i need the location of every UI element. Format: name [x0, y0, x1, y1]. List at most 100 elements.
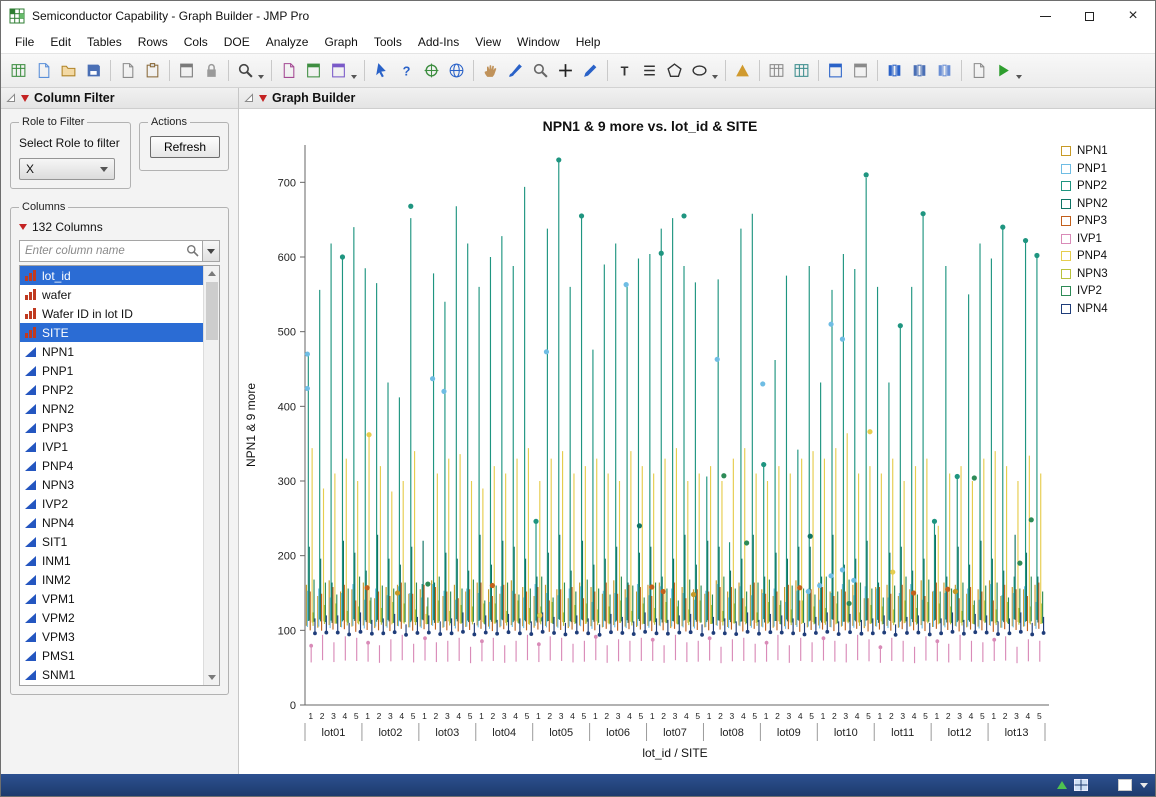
toolbar-brush-tool-button[interactable]: [503, 58, 528, 84]
menu-file[interactable]: File: [7, 32, 42, 52]
legend-item-pnp1[interactable]: PNP1: [1061, 163, 1143, 175]
column-item-pnp3[interactable]: PNP3: [20, 418, 203, 437]
red-triangle-menu-icon[interactable]: [259, 95, 267, 102]
red-triangle-menu-icon[interactable]: [21, 95, 29, 102]
window-layout-icon[interactable]: [1074, 779, 1088, 791]
column-item-site[interactable]: SITE: [20, 323, 203, 342]
toolbar-open-button[interactable]: [56, 58, 81, 84]
legend-item-npn3[interactable]: NPN3: [1061, 268, 1143, 280]
column-item-pnp4[interactable]: PNP4: [20, 456, 203, 475]
toolbar-help-tool-button[interactable]: ?: [394, 58, 419, 84]
column-item-npn1[interactable]: NPN1: [20, 342, 203, 361]
toolbar-script-window-button[interactable]: [174, 58, 199, 84]
legend-item-pnp4[interactable]: PNP4: [1061, 250, 1143, 262]
menu-tools[interactable]: Tools: [366, 32, 410, 52]
column-item-inm1[interactable]: INM1: [20, 551, 203, 570]
menu-rows[interactable]: Rows: [130, 32, 176, 52]
toolbar-crosshair-tool-button[interactable]: [419, 58, 444, 84]
toolbar-dropdown-caret-icon[interactable]: [712, 75, 718, 79]
column-item-ivp2[interactable]: IVP2: [20, 494, 203, 513]
toolbar-save-button[interactable]: [81, 58, 106, 84]
scrollbar-thumb[interactable]: [206, 282, 218, 340]
menu-analyze[interactable]: Analyze: [258, 32, 317, 52]
toolbar-scribble-tool-button[interactable]: [578, 58, 603, 84]
toolbar-annotate-oval-button[interactable]: [687, 58, 712, 84]
maximize-button[interactable]: [1067, 1, 1111, 31]
column-item-pnp2[interactable]: PNP2: [20, 380, 203, 399]
role-dropdown[interactable]: X: [19, 158, 115, 180]
column-search-input[interactable]: [19, 240, 203, 262]
toolbar-new-script-button[interactable]: [31, 58, 56, 84]
toolbar-journal-button[interactable]: [276, 58, 301, 84]
legend-item-npn2[interactable]: NPN2: [1061, 198, 1143, 210]
column-item-pms1[interactable]: PMS1: [20, 646, 203, 665]
toolbar-browser-tool-button[interactable]: [444, 58, 469, 84]
toolbar-data-grid-1-button[interactable]: [764, 58, 789, 84]
legend-item-ivp1[interactable]: IVP1: [1061, 233, 1143, 245]
scrollbar-track[interactable]: [204, 281, 219, 670]
column-item-npn3[interactable]: NPN3: [20, 475, 203, 494]
column-item-lot-id[interactable]: lot_id: [20, 266, 203, 285]
toolbar-column-properties-button[interactable]: [907, 58, 932, 84]
marker-swatch[interactable]: [1118, 779, 1132, 791]
toolbar-arrow-tool-button[interactable]: [369, 58, 394, 84]
toolbar-dropdown-caret-icon[interactable]: [351, 75, 357, 79]
toolbar-journal-page-button[interactable]: [966, 58, 991, 84]
columns-scrollbar[interactable]: [203, 266, 219, 685]
column-item-vpm2[interactable]: VPM2: [20, 608, 203, 627]
column-item-vpm1[interactable]: VPM1: [20, 589, 203, 608]
toolbar-annotate-lines-button[interactable]: [637, 58, 662, 84]
toolbar-data-grid-2-button[interactable]: [789, 58, 814, 84]
menu-cols[interactable]: Cols: [176, 32, 216, 52]
toolbar-lock-button[interactable]: [199, 58, 224, 84]
toolbar-run-script-button[interactable]: [991, 58, 1016, 84]
toolbar-layout-button[interactable]: [301, 58, 326, 84]
collapse-triangle-icon[interactable]: [6, 93, 16, 103]
toolbar-copy-button[interactable]: [115, 58, 140, 84]
column-item-vpm3[interactable]: VPM3: [20, 627, 203, 646]
legend-item-npn1[interactable]: NPN1: [1061, 145, 1143, 157]
toolbar-pyramid-button[interactable]: [730, 58, 755, 84]
statusbar-caret-icon[interactable]: [1140, 783, 1148, 788]
toolbar-column-switcher-button[interactable]: [932, 58, 957, 84]
menu-tables[interactable]: Tables: [79, 32, 130, 52]
toolbar-grabber-tool-button[interactable]: [478, 58, 503, 84]
toolbar-annotate-text-button[interactable]: T: [612, 58, 637, 84]
legend-item-pnp3[interactable]: PNP3: [1061, 215, 1143, 227]
menu-add-ins[interactable]: Add-Ins: [410, 32, 467, 52]
toolbar-search-button[interactable]: [233, 58, 258, 84]
search-options-button[interactable]: [203, 240, 220, 262]
menu-window[interactable]: Window: [509, 32, 568, 52]
column-item-wafer[interactable]: wafer: [20, 285, 203, 304]
column-item-ivp1[interactable]: IVP1: [20, 437, 203, 456]
collapse-triangle-icon[interactable]: [244, 93, 254, 103]
column-item-sit1[interactable]: SIT1: [20, 532, 203, 551]
columns-red-triangle-icon[interactable]: [19, 224, 27, 230]
column-item-npn4[interactable]: NPN4: [20, 513, 203, 532]
menu-view[interactable]: View: [467, 32, 509, 52]
menu-edit[interactable]: Edit: [42, 32, 79, 52]
column-item-snm1[interactable]: SNM1: [20, 665, 203, 684]
toolbar-window-list-button[interactable]: [848, 58, 873, 84]
toolbar-magnifier-tool-button[interactable]: [528, 58, 553, 84]
menu-help[interactable]: Help: [568, 32, 609, 52]
minimize-button[interactable]: [1023, 1, 1067, 31]
variability-chart[interactable]: 0100200300400500600700123451234512345123…: [241, 135, 1059, 777]
column-item-inm2[interactable]: INM2: [20, 570, 203, 589]
refresh-button[interactable]: Refresh: [150, 136, 220, 158]
legend-item-npn4[interactable]: NPN4: [1061, 303, 1143, 315]
toolbar-new-data-table-button[interactable]: [6, 58, 31, 84]
scroll-up-icon[interactable]: [204, 266, 219, 281]
toolbar-new-window-button[interactable]: [326, 58, 351, 84]
menu-doe[interactable]: DOE: [216, 32, 258, 52]
toolbar-annotate-plus-tool-button[interactable]: [553, 58, 578, 84]
toolbar-columns-viewer-button[interactable]: [882, 58, 907, 84]
menu-graph[interactable]: Graph: [316, 32, 365, 52]
toolbar-annotate-polygon-button[interactable]: [662, 58, 687, 84]
toolbar-dropdown-caret-icon[interactable]: [1016, 75, 1022, 79]
column-item-wafer-id-in-lot-id[interactable]: Wafer ID in lot ID: [20, 304, 203, 323]
scroll-down-icon[interactable]: [204, 670, 219, 685]
column-item-npn2[interactable]: NPN2: [20, 399, 203, 418]
toolbar-dropdown-caret-icon[interactable]: [258, 75, 264, 79]
toolbar-paste-button[interactable]: [140, 58, 165, 84]
